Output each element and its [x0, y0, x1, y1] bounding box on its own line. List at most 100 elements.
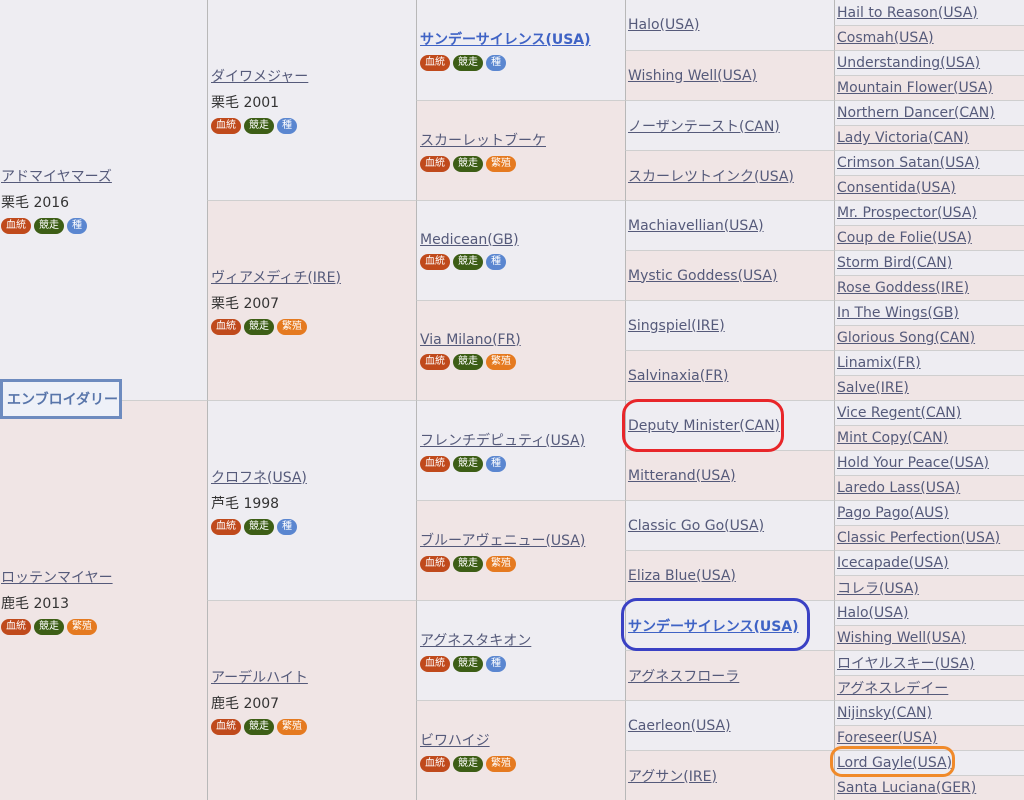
horse-name-link[interactable]: Pago Pago(AUS) [837, 505, 949, 521]
horse-name-link[interactable]: Coup de Folie(USA) [837, 230, 972, 246]
horse-name-link[interactable]: Mitterand(USA) [628, 468, 736, 484]
horse-name-link[interactable]: Vice Regent(CAN) [837, 405, 961, 421]
badge-blood[interactable]: 血統 [420, 455, 450, 472]
badge-broodmare[interactable]: 繁殖 [277, 718, 307, 735]
badge-blood[interactable]: 血統 [420, 555, 450, 572]
horse-name-link[interactable]: ロイヤルスキー(USA) [837, 656, 974, 672]
badge-broodmare[interactable]: 繁殖 [486, 755, 516, 772]
horse-name-link[interactable]: Salve(IRE) [837, 380, 909, 396]
horse-name-link[interactable]: Foreseer(USA) [837, 730, 937, 746]
horse-name-link[interactable]: クロフネ(USA) [211, 470, 307, 486]
horse-name-link[interactable]: ノーザンテースト(CAN) [628, 119, 780, 135]
horse-name-link[interactable]: アグネスタキオン [420, 633, 531, 649]
badge-blood[interactable]: 血統 [1, 618, 31, 635]
horse-name-link[interactable]: Mystic Goddess(USA) [628, 268, 777, 284]
horse-name-link[interactable]: スカーレツトインク(USA) [628, 169, 794, 185]
badge-blood[interactable]: 血統 [1, 218, 31, 234]
badge-blood[interactable]: 血統 [420, 353, 450, 370]
badge-race[interactable]: 競走 [244, 718, 274, 735]
horse-name-link[interactable]: Storm Bird(CAN) [837, 255, 952, 271]
badge-broodmare[interactable]: 繁殖 [277, 318, 307, 335]
horse-name-link[interactable]: Rose Goddess(IRE) [837, 280, 969, 296]
badge-broodmare[interactable]: 繁殖 [67, 618, 97, 635]
badge-race[interactable]: 競走 [244, 118, 274, 134]
horse-name-link[interactable]: Eliza Blue(USA) [628, 568, 736, 584]
badge-race[interactable]: 競走 [453, 655, 483, 672]
badge-race[interactable]: 競走 [244, 518, 274, 535]
horse-name-link[interactable]: Understanding(USA) [837, 55, 980, 71]
horse-name-link[interactable]: Halo(USA) [628, 17, 699, 33]
horse-name-link[interactable]: Deputy Minister(CAN) [628, 418, 780, 434]
badge-broodmare[interactable]: 繁殖 [486, 555, 516, 572]
badge-blood[interactable]: 血統 [211, 518, 241, 535]
horse-name-link[interactable]: ロッテンマイヤー [1, 570, 113, 586]
horse-name-link[interactable]: コレラ(USA) [837, 581, 919, 597]
badge-broodmare[interactable]: 繁殖 [486, 353, 516, 370]
horse-name-link[interactable]: Lady Victoria(CAN) [837, 130, 969, 146]
horse-name-link[interactable]: Mountain Flower(USA) [837, 80, 993, 96]
badge-sire[interactable]: 種 [277, 118, 297, 134]
horse-name-link[interactable]: ブルーアヴェニュー(USA) [420, 533, 585, 549]
badge-race[interactable]: 競走 [453, 555, 483, 572]
badge-blood[interactable]: 血統 [211, 718, 241, 735]
badge-sire[interactable]: 種 [486, 55, 506, 71]
badge-blood[interactable]: 血統 [211, 118, 241, 134]
badge-race[interactable]: 競走 [453, 353, 483, 370]
badge-blood[interactable]: 血統 [211, 318, 241, 335]
horse-name-link[interactable]: Medicean(GB) [420, 232, 519, 248]
horse-name-link[interactable]: Icecapade(USA) [837, 555, 949, 571]
badge-blood[interactable]: 血統 [420, 55, 450, 71]
badge-race[interactable]: 競走 [453, 55, 483, 71]
horse-name-link[interactable]: Via Milano(FR) [420, 332, 521, 348]
horse-name-link[interactable]: フレンチデピュティ(USA) [420, 433, 585, 449]
badge-sire[interactable]: 種 [486, 253, 506, 270]
horse-name-link[interactable]: Classic Perfection(USA) [837, 530, 1000, 546]
horse-name-link[interactable]: Consentida(USA) [837, 180, 956, 196]
horse-name-link[interactable]: アグネスレデイー [837, 681, 948, 697]
horse-name-link[interactable]: Salvinaxia(FR) [628, 368, 728, 384]
horse-name-link[interactable]: Mint Copy(CAN) [837, 430, 948, 446]
horse-name-link[interactable]: In The Wings(GB) [837, 305, 959, 321]
horse-name-link[interactable]: Laredo Lass(USA) [837, 480, 960, 496]
horse-name-link[interactable]: アーデルハイト [211, 670, 308, 686]
horse-name-link[interactable]: Hold Your Peace(USA) [837, 455, 989, 471]
badge-sire[interactable]: 種 [277, 518, 297, 535]
badge-blood[interactable]: 血統 [420, 253, 450, 270]
horse-name-link[interactable]: Hail to Reason(USA) [837, 5, 978, 21]
badge-race[interactable]: 競走 [453, 755, 483, 772]
horse-name-link[interactable]: Machiavellian(USA) [628, 218, 764, 234]
badge-race[interactable]: 競走 [34, 618, 64, 635]
badge-race[interactable]: 競走 [453, 155, 483, 172]
badge-sire[interactable]: 種 [67, 218, 87, 234]
horse-name-link[interactable]: Lord Gayle(USA) [837, 755, 952, 771]
horse-name-link[interactable]: Glorious Song(CAN) [837, 330, 975, 346]
horse-name-link[interactable]: サンデーサイレンス(USA) [420, 32, 591, 48]
badge-race[interactable]: 競走 [453, 455, 483, 472]
horse-name-link[interactable]: Mr. Prospector(USA) [837, 205, 977, 221]
horse-name-link[interactable]: Linamix(FR) [837, 355, 921, 371]
badge-race[interactable]: 競走 [34, 218, 64, 234]
horse-name-link[interactable]: アグネスフローラ [628, 669, 739, 685]
horse-name-link[interactable]: スカーレットブーケ [420, 133, 546, 149]
horse-name-link[interactable]: ダイワメジャー [211, 69, 308, 85]
horse-name-link[interactable]: Crimson Satan(USA) [837, 155, 980, 171]
badge-blood[interactable]: 血統 [420, 155, 450, 172]
badge-broodmare[interactable]: 繁殖 [486, 155, 516, 172]
horse-name-link[interactable]: ビワハイジ [420, 733, 490, 749]
badge-race[interactable]: 競走 [244, 318, 274, 335]
horse-name-link[interactable]: アグサン(IRE) [628, 769, 717, 785]
badge-blood[interactable]: 血統 [420, 755, 450, 772]
horse-name-link[interactable]: Northern Dancer(CAN) [837, 105, 995, 121]
horse-name-link[interactable]: Wishing Well(USA) [837, 630, 966, 646]
horse-name-link[interactable]: Cosmah(USA) [837, 30, 934, 46]
badge-sire[interactable]: 種 [486, 455, 506, 472]
horse-name-link[interactable]: Classic Go Go(USA) [628, 518, 764, 534]
horse-name-link[interactable]: Halo(USA) [837, 605, 908, 621]
horse-name-link[interactable]: サンデーサイレンス(USA) [628, 619, 799, 635]
horse-name-link[interactable]: Nijinsky(CAN) [837, 705, 932, 721]
badge-blood[interactable]: 血統 [420, 655, 450, 672]
horse-name-link[interactable]: ヴィアメディチ(IRE) [211, 270, 341, 286]
horse-name-link[interactable]: アドマイヤマーズ [1, 169, 112, 185]
horse-name-link[interactable]: Santa Luciana(GER) [837, 780, 976, 796]
horse-name-link[interactable]: Caerleon(USA) [628, 718, 731, 734]
